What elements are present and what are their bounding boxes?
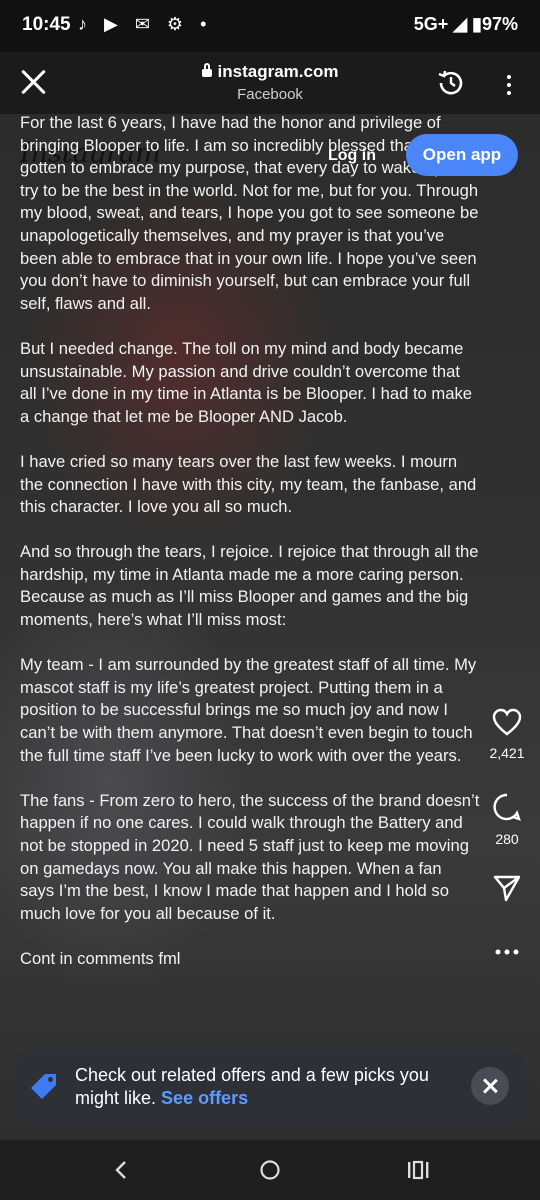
status-time: 10:45	[22, 14, 71, 35]
caption-paragraph: And so through the tears, I rejoice. I r…	[20, 542, 479, 630]
offers-message: Check out related offers and a few picks…	[75, 1065, 429, 1108]
see-offers-link[interactable]: See offers	[161, 1088, 248, 1108]
caption-paragraph: But I needed change. The toll on my mind…	[20, 338, 472, 426]
caption-paragraph: I have cried so many tears over the last…	[20, 451, 477, 517]
caption-paragraph: The fans - From zero to hero, the succes…	[20, 790, 480, 923]
comment-icon[interactable]	[492, 792, 522, 822]
caption-paragraph: Cont in comments fml	[20, 948, 181, 968]
offers-banner[interactable]: Check out related offers and a few picks…	[17, 1049, 524, 1125]
notification-icons: ♪ ▶ ✉ ⚙ •	[78, 14, 213, 34]
back-icon[interactable]	[110, 1158, 134, 1182]
share-icon[interactable]	[492, 874, 522, 902]
share-action[interactable]	[482, 874, 532, 907]
heart-icon[interactable]	[492, 708, 522, 736]
more-post-options[interactable]	[482, 944, 532, 962]
system-nav-bar	[0, 1140, 540, 1200]
close-icon[interactable]	[18, 66, 50, 98]
url-display[interactable]: instagram.com Facebook	[150, 62, 390, 103]
offers-text: Check out related offers and a few picks…	[75, 1064, 435, 1109]
caption-paragraph: My team - I am surrounded by the greates…	[20, 655, 477, 765]
browser-toolbar: instagram.com Facebook	[0, 52, 540, 114]
more-options-icon[interactable]	[500, 72, 518, 98]
like-count: 2,421	[489, 745, 525, 761]
close-icon[interactable]	[471, 1067, 509, 1105]
comment-action[interactable]: 280	[482, 792, 532, 847]
url-subtitle: Facebook	[237, 86, 303, 103]
tag-icon	[31, 1074, 56, 1099]
post-caption: For the last 6 years, I have had the hon…	[20, 112, 480, 993]
status-bar: 10:45 ♪ ▶ ✉ ⚙ • 5G+ ◢ ▮97%	[0, 0, 540, 52]
history-icon[interactable]	[436, 68, 466, 98]
network-battery-status: 5G+ ◢ ▮97%	[413, 14, 518, 34]
more-horizontal-icon[interactable]	[492, 947, 522, 957]
home-icon[interactable]	[258, 1158, 282, 1182]
url-text: instagram.com	[217, 62, 339, 81]
like-action[interactable]: 2,421	[482, 708, 532, 761]
open-app-button[interactable]: Open app	[406, 134, 518, 176]
comment-count: 280	[495, 831, 519, 847]
login-link[interactable]: Log in	[328, 147, 376, 165]
recent-apps-icon[interactable]	[404, 1158, 432, 1182]
lock-icon	[201, 63, 212, 77]
